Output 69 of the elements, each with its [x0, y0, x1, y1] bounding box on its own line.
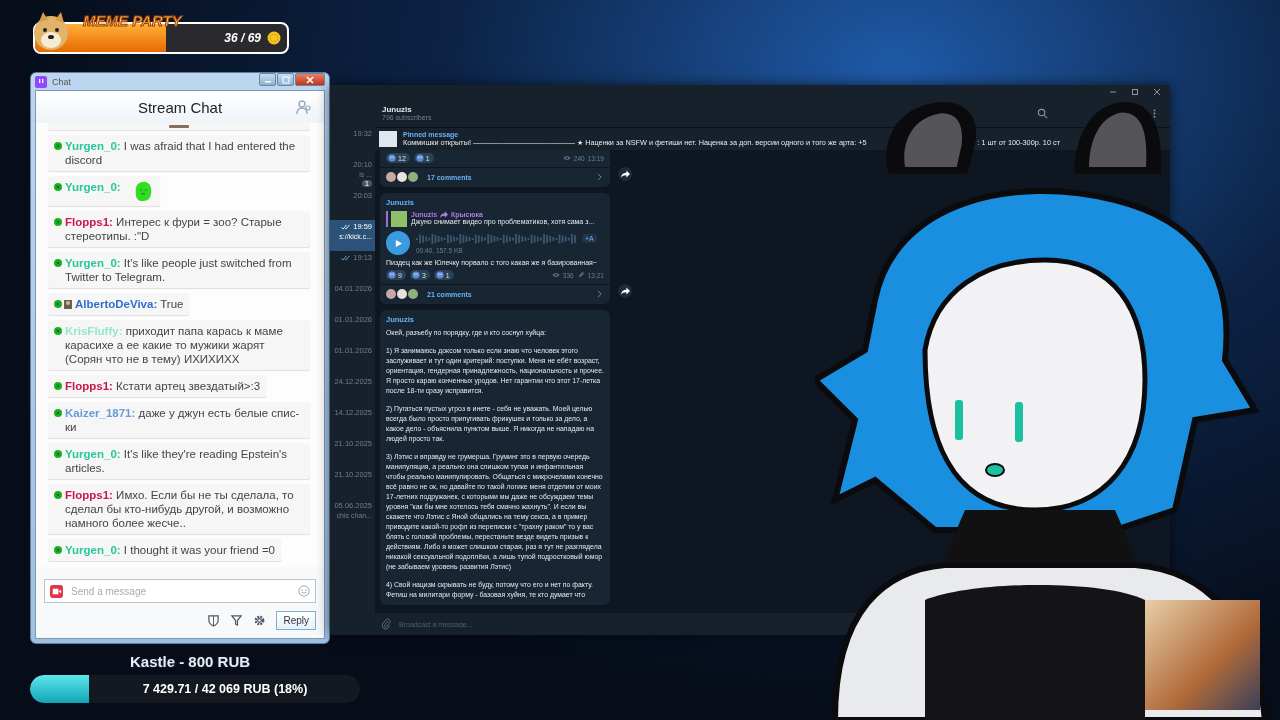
- message-text: Yurgen_0: I was afraid that I had entered the discord: [65, 139, 297, 167]
- chevron-icon: [597, 173, 602, 181]
- goal-title: Kastle - 800 RUB: [130, 653, 251, 670]
- share-button[interactable]: [618, 284, 632, 298]
- coin-icon: [267, 31, 281, 45]
- message-field[interactable]: Send a message: [44, 579, 316, 603]
- badge-icon: [54, 491, 62, 499]
- share-icon: [620, 287, 630, 295]
- badge-icon: [54, 450, 62, 458]
- chat-header: Stream Chat: [137, 98, 223, 116]
- close-icon: [1153, 88, 1161, 96]
- badge-icon: [54, 546, 62, 554]
- play-icon: [393, 238, 403, 248]
- channel-name: Junuzis: [382, 105, 413, 114]
- badge-icon: [54, 259, 62, 267]
- emoji-icon: [411, 271, 420, 279]
- message-text: Flopps1: Интерес к фури = зоо? Старые стереотипы. :"D: [65, 215, 283, 243]
- double-check-icon: [341, 223, 352, 230]
- message-text: Flopps1: Имхо. Если бы не ты сделала, то сделал бы кто-нибудь другой, и возможно намного более жесче..: [65, 488, 295, 530]
- message-text: KrisFluffy: приходит папа карась к маме карасихе а ее какие то мужики жарят (Сорян что не в тему) ИХИХИХХ: [65, 324, 284, 366]
- reply-button[interactable]: Reply: [276, 611, 316, 630]
- paperclip-icon[interactable]: [381, 618, 391, 630]
- emoji-icon: [415, 154, 424, 162]
- views-icon: [551, 272, 560, 278]
- message-text: Yurgen_0: I thought it was your friend =0: [65, 543, 275, 557]
- badge-icon: [54, 382, 62, 390]
- badge-icon: [54, 218, 62, 226]
- message-text: Yurgen_0: It's like they're reading Epstein's articles.: [65, 447, 288, 475]
- double-check-icon: [341, 254, 352, 261]
- play-button[interactable]: [386, 231, 410, 255]
- message-input[interactable]: Send a message: [69, 584, 292, 598]
- maximize-button[interactable]: [277, 73, 294, 86]
- maximize-icon: [1131, 88, 1139, 96]
- twitch-icon: [35, 75, 47, 88]
- filter-icon[interactable]: [230, 614, 244, 627]
- close-button[interactable]: [295, 73, 325, 86]
- emoji-icon: [435, 271, 444, 279]
- minimize-button[interactable]: [259, 73, 276, 86]
- shield-icon[interactable]: [207, 614, 221, 627]
- chevron-icon: [597, 290, 602, 298]
- message-text: Yurgen_0: It's like people just switched from Twitter to Telegram.: [65, 256, 293, 284]
- badge-icon: [54, 142, 62, 150]
- message-text: Kaizer_1871: даже у джун есть белые спис-ки: [65, 406, 301, 434]
- emoji-icon: [388, 271, 396, 279]
- settings-icon[interactable]: [253, 614, 267, 627]
- views-icon: [562, 155, 571, 161]
- badge-icon: [54, 300, 62, 308]
- close-icon: [306, 75, 314, 84]
- window-title: Chat: [52, 76, 72, 87]
- message-text: Flopps1: Кстати артец звездатый>:3: [65, 379, 261, 393]
- share-icon: [620, 170, 630, 178]
- message-text: AlbertoDeViva: True: [75, 297, 184, 311]
- maximize-icon: [281, 75, 290, 84]
- goal-progress-text: 7 429.71 / 42 069 RUB (18%): [141, 682, 308, 696]
- forward-icon: [440, 211, 449, 218]
- image-thumbnail: [391, 211, 407, 227]
- search-icon[interactable]: [1037, 107, 1048, 119]
- image-thumbnail: [379, 131, 397, 147]
- badge-icon: [54, 409, 62, 417]
- emote-icon: [169, 125, 189, 128]
- emoji-icon: [388, 154, 396, 162]
- pencil-icon: [576, 272, 585, 278]
- badge-icon: [54, 327, 62, 335]
- minimize-icon: [1109, 88, 1117, 96]
- progress-count: 36 / 69: [224, 31, 261, 45]
- avatar-icon: [64, 299, 72, 309]
- share-button[interactable]: [618, 167, 632, 181]
- badge-icon: [54, 183, 62, 191]
- camera-icon[interactable]: [50, 584, 63, 598]
